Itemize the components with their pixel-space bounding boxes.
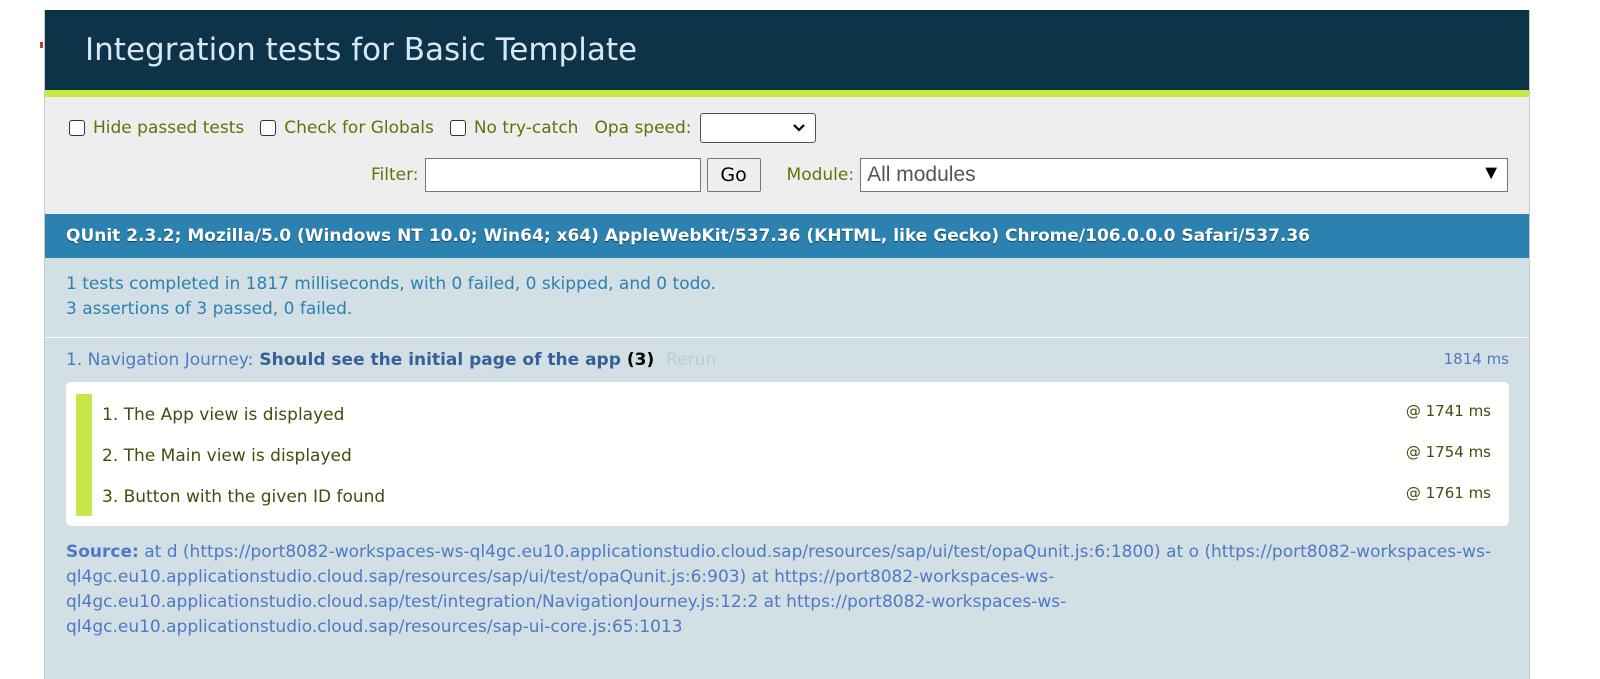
test-assertion-count: (3) <box>626 350 655 370</box>
go-button[interactable]: Go <box>706 158 761 192</box>
opa-speed-select[interactable] <box>699 113 816 143</box>
triangle-down-icon: ▼ <box>1481 162 1502 184</box>
test-name[interactable]: Should see the initial page of the app <box>259 350 620 370</box>
toolbar: Hide passed tests Check for Globals No t… <box>45 97 1529 214</box>
assertion-time: @ 1761 ms <box>1405 484 1491 502</box>
assertion-item: 1. The App view is displayed @ 1741 ms <box>76 394 1509 435</box>
assertion-label: 1. The App view is displayed <box>102 404 345 425</box>
result-line-assertions: 3 assertions of 3 passed, 0 failed. <box>66 299 353 319</box>
check-globals-label[interactable]: Check for Globals <box>284 118 434 138</box>
assertion-item: 2. The Main view is displayed @ 1754 ms <box>76 435 1509 476</box>
toolbar-options-row: Hide passed tests Check for Globals No t… <box>69 113 816 143</box>
edge-mark <box>40 42 43 48</box>
module-label: Module: <box>786 165 855 185</box>
test-runtime: 1814 ms <box>1443 350 1509 368</box>
user-agent-banner: QUnit 2.3.2; Mozilla/5.0 (Windows NT 10.… <box>45 214 1529 258</box>
filter-input[interactable] <box>424 158 701 192</box>
checkbox-box[interactable] <box>69 120 85 136</box>
test-title[interactable]: 1. Navigation Journey: Should see the in… <box>66 338 1509 382</box>
test-result-summary: 1 tests completed in 1817 milliseconds, … <box>45 258 1529 338</box>
result-line-tests: 1 tests completed in 1817 milliseconds, … <box>66 274 716 294</box>
source-label: Source: <box>66 542 139 562</box>
source-stacktrace: at d (https://port8082-workspaces-ws-ql4… <box>66 542 1492 637</box>
opa-speed-label: Opa speed: <box>594 118 692 138</box>
chevron-down-icon <box>792 124 805 132</box>
assertion-list: 1. The App view is displayed @ 1741 ms 2… <box>66 382 1509 526</box>
module-select-value: All modules <box>867 163 976 186</box>
page-title: Integration tests for Basic Template <box>45 10 1529 97</box>
filter-label: Filter: <box>371 165 419 185</box>
toolbar-filter-row: Filter: Go Module: All modules ▼ <box>371 158 1509 192</box>
check-globals-checkbox[interactable]: Check for Globals <box>260 118 434 138</box>
hide-passed-checkbox[interactable]: Hide passed tests <box>69 118 244 138</box>
qunit-frame: Integration tests for Basic Template Hid… <box>44 10 1530 679</box>
assertion-time: @ 1741 ms <box>1405 402 1491 420</box>
no-try-catch-checkbox[interactable]: No try-catch <box>449 118 579 138</box>
assertion-label: 3. Button with the given ID found <box>102 486 386 507</box>
assertion-label: 2. The Main view is displayed <box>102 445 352 466</box>
no-try-catch-label[interactable]: No try-catch <box>474 118 579 138</box>
test-module-name[interactable]: 1. Navigation Journey: <box>66 350 253 370</box>
user-agent-text: QUnit 2.3.2; Mozilla/5.0 (Windows NT 10.… <box>66 226 1310 246</box>
rerun-link[interactable]: Rerun <box>666 350 716 370</box>
hide-passed-label[interactable]: Hide passed tests <box>93 118 244 138</box>
checkbox-box[interactable] <box>260 120 277 136</box>
page-title-text: Integration tests for Basic Template <box>85 32 638 68</box>
assertion-time: @ 1754 ms <box>1405 443 1491 461</box>
test-source: Source: at d (https://port8082-workspace… <box>66 540 1509 640</box>
checkbox-box[interactable] <box>449 120 466 136</box>
module-select[interactable]: All modules ▼ <box>860 158 1509 192</box>
test-item: 1. Navigation Journey: Should see the in… <box>45 338 1529 640</box>
assertion-item: 3. Button with the given ID found @ 1761… <box>76 476 1509 517</box>
